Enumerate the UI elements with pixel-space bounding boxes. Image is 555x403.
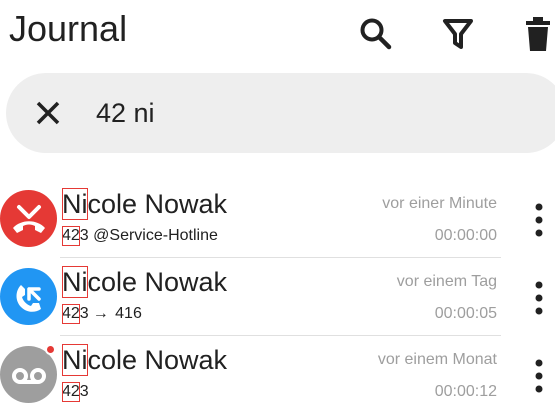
call-details: 423 → 416 — [62, 304, 142, 324]
call-target: @Service-Hotline — [93, 227, 218, 244]
clear-search-button[interactable] — [30, 95, 66, 131]
journal-screen: Journal 42 ni Nicole Nowak 423 @Service-… — [0, 0, 555, 403]
number-rest: 3 — [79, 383, 89, 400]
more-options-button[interactable] — [526, 276, 552, 320]
filter-icon — [443, 19, 473, 49]
more-options-button[interactable] — [526, 198, 552, 242]
outgoing-call-icon — [16, 284, 41, 312]
avatar — [0, 268, 57, 325]
more-vert-icon — [535, 359, 543, 393]
match-highlight: Ni — [62, 188, 88, 220]
missed-call-icon — [12, 204, 45, 233]
list-item[interactable]: Nicole Nowak 423 → 416 vor einem Tag 00:0… — [0, 258, 555, 336]
match-highlight: 42 — [62, 226, 80, 246]
delete-button[interactable] — [518, 12, 555, 56]
search-input[interactable] — [96, 95, 496, 131]
avatar — [0, 190, 57, 247]
app-header: Journal — [0, 0, 555, 62]
unread-badge — [45, 344, 56, 355]
relative-time: vor einem Tag — [396, 273, 497, 290]
list-item[interactable]: Nicole Nowak 423 vor einem Monat 00:00:1… — [0, 336, 555, 403]
list-item[interactable]: Nicole Nowak 423 @Service-Hotline vor ei… — [0, 180, 555, 258]
trash-icon — [526, 17, 550, 51]
relative-time: vor einer Minute — [382, 195, 497, 212]
call-target: 416 — [115, 305, 142, 322]
search-bar — [6, 73, 555, 153]
relative-time: vor einem Monat — [377, 351, 497, 368]
match-highlight: Ni — [62, 344, 88, 376]
contact-name: Nicole Nowak — [62, 266, 228, 298]
match-highlight: Ni — [62, 266, 88, 298]
page-title: Journal — [9, 8, 128, 49]
number-rest: 3 — [79, 305, 89, 322]
voicemail-icon — [11, 367, 46, 384]
close-icon — [36, 101, 60, 125]
search-icon — [360, 18, 392, 50]
contact-name: Nicole Nowak — [62, 188, 228, 220]
more-vert-icon — [535, 281, 543, 315]
number-rest: 3 — [79, 227, 89, 244]
call-duration: 00:00:05 — [434, 305, 497, 322]
match-highlight: 42 — [62, 382, 80, 402]
call-duration: 00:00:00 — [434, 227, 497, 244]
call-duration: 00:00:12 — [434, 383, 497, 400]
match-highlight: 42 — [62, 304, 80, 324]
search-button[interactable] — [356, 12, 396, 56]
more-options-button[interactable] — [526, 354, 552, 398]
more-vert-icon — [535, 203, 543, 237]
call-details: 423 — [62, 382, 89, 402]
call-details: 423 @Service-Hotline — [62, 226, 218, 246]
contact-name: Nicole Nowak — [62, 344, 228, 376]
arrow-right-icon: → — [92, 305, 109, 322]
filter-button[interactable] — [438, 12, 478, 56]
